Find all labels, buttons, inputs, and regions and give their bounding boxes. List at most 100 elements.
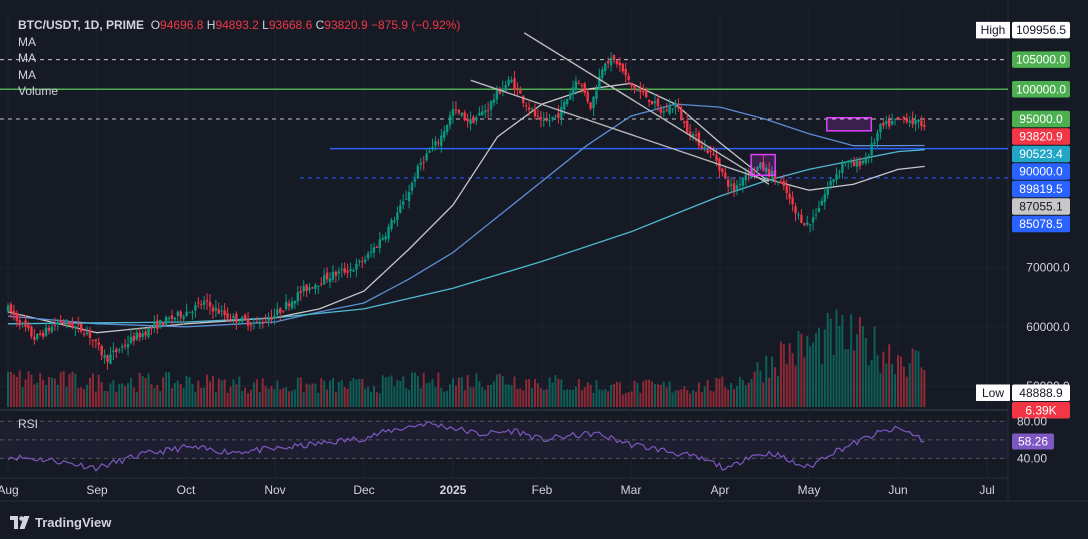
- candle-body: [530, 108, 534, 110]
- candle-body: [15, 313, 18, 321]
- candle-body: [44, 327, 48, 336]
- candle-body: [396, 212, 399, 220]
- candle-body: [21, 322, 24, 324]
- candle-body: [835, 174, 838, 180]
- volume-bar: [80, 387, 83, 407]
- brand-name: TradingView: [35, 514, 112, 530]
- indicator-ma-3[interactable]: MA: [18, 67, 460, 84]
- candle-body: [258, 321, 261, 325]
- candle-body: [665, 109, 668, 112]
- candle-body: [580, 84, 584, 86]
- candle-body: [568, 93, 572, 100]
- candle-body: [246, 318, 250, 326]
- candle-body: [592, 96, 595, 109]
- price-badge-label: 89819.5: [1019, 182, 1063, 196]
- price-tick-label: 70000.0: [1026, 260, 1070, 274]
- volume-bar: [293, 389, 296, 407]
- time-tick-label[interactable]: Jun: [888, 483, 907, 497]
- candle-body: [454, 109, 458, 111]
- volume-bar: [472, 387, 475, 407]
- time-tick-label[interactable]: Jul: [979, 483, 994, 497]
- volume-bar: [124, 385, 127, 407]
- candle-body: [161, 322, 165, 326]
- candle-body: [226, 313, 229, 319]
- volume-bar: [168, 372, 171, 407]
- low-value: 93668.6: [268, 18, 313, 32]
- volume-bar: [882, 351, 885, 407]
- candle-body: [732, 183, 736, 191]
- candle-body: [281, 310, 285, 312]
- candle-body: [74, 326, 77, 329]
- time-axis[interactable]: Aug Sep Oct Nov Dec 2025 Feb Mar Apr May Jun Jul: [0, 483, 995, 497]
- candle-body: [867, 155, 870, 157]
- candle-body: [390, 220, 393, 229]
- candle-body: [486, 109, 490, 111]
- candle-body: [79, 323, 83, 332]
- candle-body: [279, 308, 282, 314]
- volume-bar: [601, 389, 604, 407]
- candle-body: [340, 269, 343, 271]
- candle-body: [267, 318, 270, 321]
- candle-body: [686, 120, 689, 133]
- volume-bar: [24, 379, 27, 407]
- candle-body: [457, 109, 461, 113]
- volume-bar: [542, 389, 545, 407]
- candle-body: [495, 89, 499, 100]
- volume-bar: [633, 380, 636, 407]
- price-badge-label: 48888.9: [1019, 386, 1063, 400]
- candle-body: [65, 319, 68, 322]
- volume-bar: [569, 389, 572, 407]
- candle-body: [826, 187, 829, 195]
- candle-body: [273, 315, 276, 319]
- indicator-ma-1[interactable]: MA: [18, 34, 460, 51]
- volume-bar: [680, 389, 683, 407]
- indicator-ma-2[interactable]: MA: [18, 50, 460, 67]
- candle-body: [410, 183, 414, 191]
- candle-body: [302, 286, 305, 292]
- candle-body: [185, 311, 188, 317]
- volume-bar: [888, 344, 891, 407]
- volume-bar: [829, 318, 832, 407]
- volume-bar: [750, 378, 753, 407]
- volume-bar: [744, 385, 747, 407]
- volume-bar: [806, 336, 809, 407]
- time-tick-label[interactable]: Oct: [177, 483, 196, 497]
- candle-body: [621, 63, 625, 72]
- candle-body: [893, 118, 897, 120]
- volume-bar: [797, 330, 800, 407]
- candle-body: [709, 151, 712, 153]
- volume-bar: [554, 374, 557, 407]
- time-tick-label[interactable]: Nov: [264, 483, 285, 497]
- volume-bar: [545, 389, 548, 407]
- symbol-label[interactable]: BTC/USDT, 1D, PRIME: [18, 18, 144, 32]
- chart-legend: BTC/USDT, 1D, PRIME O94696.8 H94893.2 L9…: [18, 17, 460, 100]
- volume-bar: [648, 379, 651, 407]
- time-tick-label[interactable]: Feb: [532, 483, 553, 497]
- time-tick-label[interactable]: Mar: [621, 483, 642, 497]
- time-tick-label[interactable]: Aug: [0, 483, 19, 497]
- volume-bar: [692, 389, 695, 407]
- candle-body: [920, 120, 923, 127]
- time-tick-label[interactable]: 2025: [440, 483, 467, 497]
- volume-bar: [296, 377, 299, 407]
- candle-body: [814, 214, 818, 216]
- candle-body: [516, 87, 519, 90]
- candle-body: [841, 163, 844, 173]
- price-badge-label: 105000.0: [1016, 53, 1066, 67]
- volume-bar: [50, 377, 53, 407]
- candle-body: [653, 101, 657, 104]
- candle-body: [571, 87, 575, 95]
- volume-bar: [97, 374, 100, 407]
- candle-body: [85, 332, 89, 334]
- volume-bar: [914, 350, 917, 407]
- time-tick-label[interactable]: Dec: [353, 483, 374, 497]
- time-tick-label[interactable]: May: [798, 483, 821, 497]
- time-tick-label[interactable]: Apr: [711, 483, 730, 497]
- candle-body: [159, 320, 162, 328]
- rsi-indicator-label[interactable]: RSI: [18, 417, 38, 431]
- candle-body: [700, 145, 704, 149]
- tradingview-branding[interactable]: TradingView: [10, 512, 111, 532]
- time-tick-label[interactable]: Sep: [86, 483, 108, 497]
- volume-bar: [12, 374, 15, 407]
- indicator-volume[interactable]: Volume: [18, 83, 460, 100]
